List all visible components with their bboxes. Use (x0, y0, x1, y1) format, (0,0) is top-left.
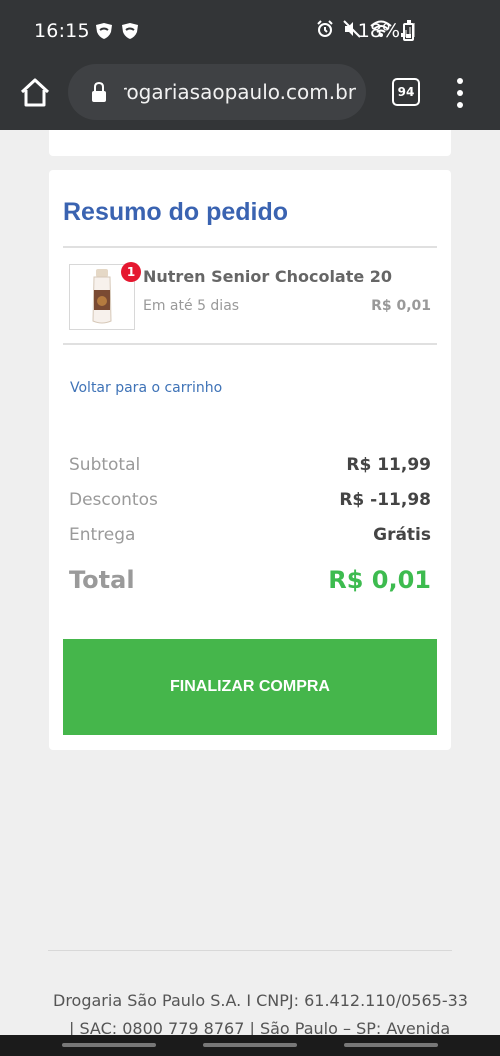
nav-recents-handle[interactable] (344, 1043, 438, 1047)
back-to-cart-link[interactable]: Voltar para o carrinho (70, 380, 222, 396)
battery-icon (403, 20, 414, 41)
quantity-badge: 1 (121, 262, 141, 282)
footer-company-info: Drogaria São Paulo S.A. I CNPJ: 61.412.1… (53, 991, 468, 1010)
product-name: Nutren Senior Chocolate 20... (143, 267, 393, 286)
url-text[interactable]: drogariasaopaulo.com.br (124, 80, 356, 104)
divider (63, 343, 437, 345)
delivery-label: Entrega (69, 525, 136, 545)
nav-home-handle[interactable] (203, 1043, 297, 1047)
total-label: Total (69, 566, 135, 594)
more-vert-icon[interactable] (452, 76, 470, 110)
shield-icon (96, 23, 112, 39)
subtotal-label: Subtotal (69, 455, 141, 475)
status-time: 16:15 (34, 20, 90, 42)
nav-back-handle[interactable] (62, 1043, 156, 1047)
discounts-label: Descontos (69, 490, 158, 510)
home-icon[interactable] (18, 76, 52, 110)
system-navigation-bar (0, 1035, 500, 1056)
battery-level: 18% (357, 20, 400, 42)
footer-divider (48, 950, 452, 951)
divider (63, 246, 437, 248)
shield-icon (122, 23, 138, 39)
alarm-icon (317, 20, 333, 37)
tabs-button[interactable]: 94 (392, 78, 420, 106)
subtotal-value: R$ 11,99 (346, 455, 431, 475)
order-summary-card: Resumo do pedido 1 Nutren Senior Chocola… (49, 170, 451, 750)
discounts-value: R$ -11,98 (339, 490, 431, 510)
delivery-time: Em até 5 dias (143, 298, 240, 314)
delivery-value: Grátis (373, 525, 431, 545)
total-value: R$ 0,01 (328, 566, 431, 594)
browser-toolbar: drogariasaopaulo.com.br 94 (0, 62, 500, 130)
product-price: R$ 0,01 (371, 298, 431, 314)
status-notification-icons (94, 22, 140, 40)
address-bar[interactable]: drogariasaopaulo.com.br (68, 64, 366, 120)
order-summary-title: Resumo do pedido (63, 198, 288, 226)
status-bar: 16:15 18% (0, 0, 500, 62)
lock-icon (92, 81, 106, 102)
finalize-purchase-button[interactable]: FINALIZAR COMPRA (63, 639, 437, 735)
previous-card (49, 130, 451, 156)
